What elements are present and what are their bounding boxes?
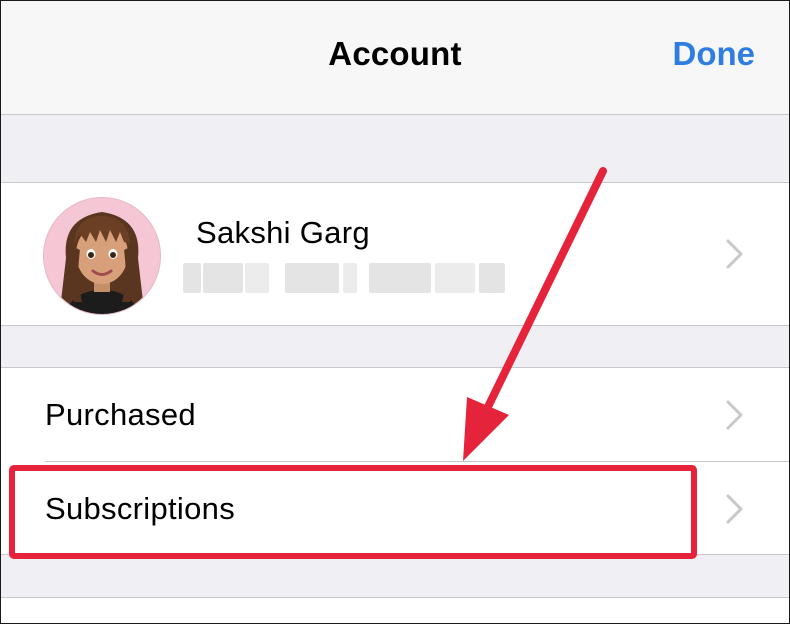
avatar	[43, 197, 161, 315]
navigation-bar: Account Done	[1, 1, 789, 115]
chevron-right-icon	[726, 400, 743, 430]
next-section	[1, 597, 789, 623]
done-button[interactable]: Done	[673, 35, 756, 73]
chevron-right-icon	[726, 494, 743, 524]
chevron-right-icon	[726, 239, 743, 269]
memoji-avatar-icon	[44, 198, 160, 314]
email-redacted	[183, 263, 505, 293]
profile-name: Sakshi Garg	[196, 215, 370, 250]
list-item-label: Purchased	[45, 397, 196, 432]
list-item-purchased[interactable]: Purchased	[1, 368, 789, 460]
profile-row[interactable]: Sakshi Garg	[1, 182, 789, 326]
page-title: Account	[328, 35, 462, 72]
highlight-box	[9, 465, 697, 559]
screen-frame: Account Done Sakshi Garg Purchased Subsc…	[0, 0, 790, 624]
